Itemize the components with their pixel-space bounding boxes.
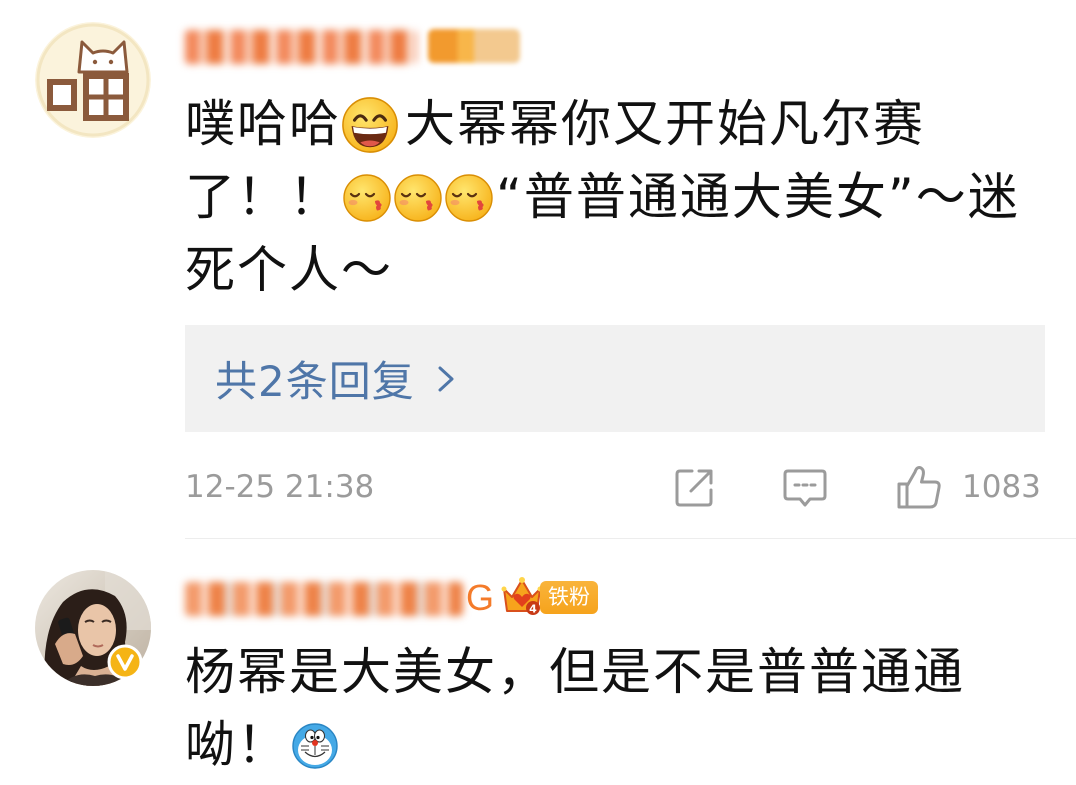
comment-icon[interactable]: [782, 467, 828, 511]
comment-text: 死个人～: [185, 241, 393, 299]
kiss-emoji-icon: [342, 173, 392, 222]
fan-badge-obscured[interactable]: [428, 29, 520, 63]
grin-emoji-icon: [341, 95, 399, 154]
comment-text: 杨幂是大美女，但是不是普普通通: [185, 643, 965, 701]
doraemon-emoji-icon: [292, 722, 338, 769]
comment-text: “普普通通大美女”～迷: [496, 168, 1020, 226]
fan-level: 4: [529, 603, 537, 616]
username-obscured[interactable]: [185, 30, 417, 64]
comment-timestamp: 12-25 21:38: [185, 469, 375, 505]
comment-text: 大幂幂你又开始凡尔赛: [405, 95, 925, 153]
like-count[interactable]: 1083: [962, 465, 1041, 509]
kiss-emoji-icon: [393, 173, 443, 222]
crown-icon: 4: [501, 577, 543, 616]
comment-text: 呦！: [185, 716, 289, 774]
avatar[interactable]: [35, 22, 151, 138]
comment-text-line: 杨幂是大美女，但是不是普普通通: [185, 636, 965, 709]
username-visible-part[interactable]: G: [466, 576, 494, 620]
comment-text: 噗哈哈: [185, 95, 341, 153]
comment-text-line: 死个人～: [185, 234, 393, 307]
username-obscured[interactable]: [185, 582, 463, 616]
comment-text-line: 呦！: [185, 709, 339, 782]
comment-text: 了！！: [185, 168, 341, 226]
replies-label: 共2条回复: [215, 357, 415, 406]
comment-text-line: 了！！ “普普通通大美女”～迷: [185, 161, 1020, 234]
chevron-right-icon: [438, 366, 454, 391]
share-icon[interactable]: [672, 466, 716, 510]
yellow-v-verified-icon: [107, 644, 143, 680]
cat-meow-avatar: [35, 22, 151, 138]
comment-divider: [185, 538, 1076, 539]
thumbs-up-icon[interactable]: [895, 463, 943, 511]
comment-text-line: 噗哈哈 大幂幂你又开始凡尔赛: [185, 88, 925, 161]
view-replies-button[interactable]: 共2条回复: [185, 325, 1045, 432]
fan-badge[interactable]: 铁粉: [540, 581, 598, 614]
kiss-emoji-icon: [444, 173, 494, 222]
